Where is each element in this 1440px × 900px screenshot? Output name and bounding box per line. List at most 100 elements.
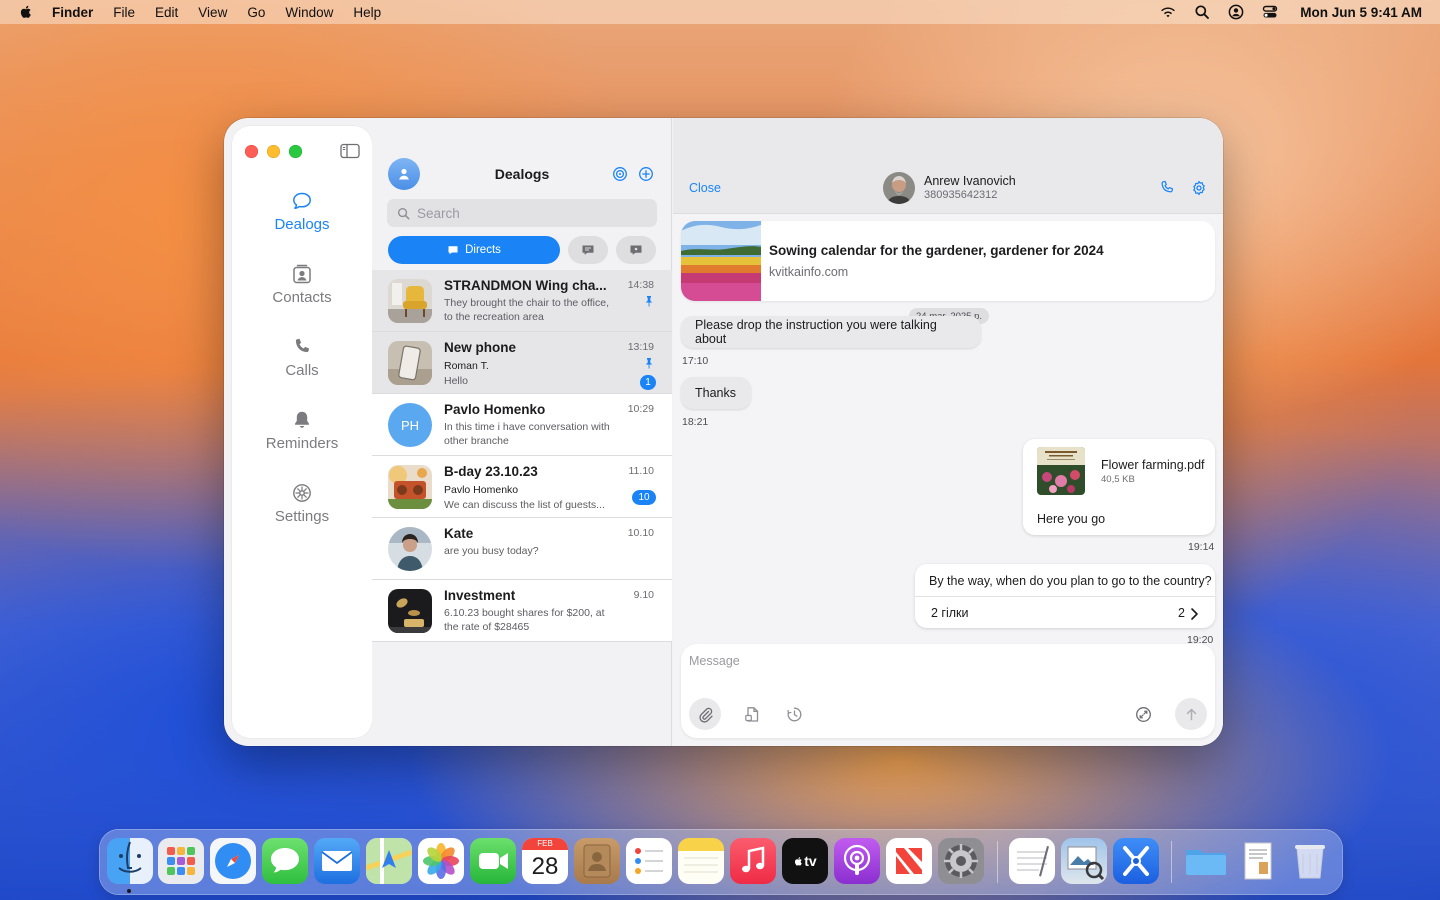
chat-time: 11.10: [628, 465, 655, 477]
chat-row[interactable]: Kate 10.10 are you busy today?: [372, 518, 672, 580]
search-field[interactable]: [387, 199, 657, 227]
chat-row[interactable]: B-day 23.10.23 11.10 Pavlo Homenko We ca…: [372, 456, 672, 518]
apple-menu-icon[interactable]: [18, 4, 34, 20]
chevron-right-icon[interactable]: [1190, 607, 1199, 621]
dock-calendar[interactable]: FEB 28: [522, 838, 568, 884]
news-icon: [896, 848, 922, 874]
sidebar-item-label: Settings: [274, 508, 330, 525]
dock-contacts[interactable]: [574, 838, 620, 884]
attach-button[interactable]: [689, 698, 721, 730]
minimize-window-button[interactable]: [267, 145, 280, 158]
dock-facetime[interactable]: [470, 838, 516, 884]
menu-view[interactable]: View: [198, 5, 227, 20]
dock-maps[interactable]: [366, 838, 412, 884]
dock-folder[interactable]: [1183, 838, 1229, 884]
chat-preview: In this time i have conversation with ot…: [444, 421, 610, 447]
sidebar-item-dealogs[interactable]: Dealogs: [232, 190, 372, 263]
dock-system-settings[interactable]: [938, 838, 984, 884]
dock-music[interactable]: [730, 838, 776, 884]
chat-settings-icon[interactable]: [1191, 180, 1207, 196]
sidebar-item-contacts[interactable]: Contacts: [232, 263, 372, 336]
link-preview-card[interactable]: Sowing calendar for the gardener, garden…: [681, 221, 1215, 301]
chat-preview: We can discuss the list of guests...: [444, 499, 605, 511]
finder-icon: [118, 841, 142, 873]
dock-tv[interactable]: tv: [782, 838, 828, 884]
tab-groups[interactable]: [568, 236, 608, 264]
dock-document[interactable]: [1235, 838, 1281, 884]
chat-avatar-coins: [388, 589, 432, 633]
expand-button[interactable]: [1127, 698, 1159, 730]
dock-photos[interactable]: [418, 838, 464, 884]
dock-trash[interactable]: [1287, 838, 1333, 884]
outgoing-thread-message[interactable]: By the way, when do you plan to go to th…: [915, 564, 1215, 628]
message-input[interactable]: [689, 654, 1109, 678]
dock-xcode[interactable]: [1113, 838, 1159, 884]
incoming-message[interactable]: Please drop the instruction you were tal…: [681, 316, 981, 348]
user-icon[interactable]: [1228, 4, 1244, 20]
chat-row[interactable]: STRANDMON Wing cha... 14:38 They brought…: [372, 270, 672, 332]
sidebar-item-reminders[interactable]: Reminders: [232, 409, 372, 482]
dock-messages[interactable]: [262, 838, 308, 884]
unread-badge: 1: [640, 375, 656, 390]
zoom-window-button[interactable]: [289, 145, 302, 158]
document-stack-icon: [1244, 842, 1272, 880]
control-center-icon[interactable]: [1262, 4, 1278, 20]
incoming-message[interactable]: Thanks: [681, 377, 751, 409]
dock-safari[interactable]: [210, 838, 256, 884]
contacts-app-icon: [583, 844, 611, 878]
send-button[interactable]: [1175, 698, 1207, 730]
chat-name: B-day 23.10.23: [444, 464, 538, 479]
chat-preview: 6.10.23 bought shares for $200, at the r…: [444, 607, 605, 633]
messenger-window: Dealogs Contacts Calls Reminders Setting…: [224, 118, 1223, 746]
sidebar: Dealogs Contacts Calls Reminders Setting…: [232, 126, 372, 738]
spotlight-icon[interactable]: [1194, 4, 1210, 20]
schedule-button[interactable]: [778, 698, 810, 730]
chat-name: Pavlo Homenko: [444, 402, 546, 417]
tab-directs[interactable]: Directs: [388, 236, 560, 264]
chat-name: Kate: [444, 526, 474, 541]
sidebar-item-calls[interactable]: Calls: [232, 336, 372, 409]
chat-avatar-chair: [388, 279, 432, 323]
new-chat-icon[interactable]: [638, 166, 654, 182]
sidebar-item-settings[interactable]: Settings: [232, 482, 372, 555]
outgoing-file-message[interactable]: Flower farming.pdf 40,5 KB Here you go: [1023, 439, 1215, 535]
close-window-button[interactable]: [245, 145, 258, 158]
close-button[interactable]: Close: [689, 181, 721, 195]
sidebar-toggle-icon[interactable]: [340, 143, 360, 159]
mail-icon: [321, 851, 353, 871]
document-button[interactable]: [736, 698, 768, 730]
dock-mail[interactable]: [314, 838, 360, 884]
bell-icon: [295, 411, 309, 428]
dock-podcasts[interactable]: [834, 838, 880, 884]
dock-finder[interactable]: [107, 838, 153, 884]
menu-file[interactable]: File: [113, 5, 135, 20]
contact-phone: 380935642312: [924, 189, 998, 201]
menu-window[interactable]: Window: [285, 5, 333, 20]
dock-textedit[interactable]: [1009, 838, 1055, 884]
menu-app-name[interactable]: Finder: [52, 5, 93, 20]
dock-news[interactable]: [886, 838, 932, 884]
contact-avatar[interactable]: [883, 172, 915, 204]
menu-go[interactable]: Go: [247, 5, 265, 20]
chat-row[interactable]: PH Pavlo Homenko 10:29 In this time i ha…: [372, 394, 672, 456]
thread-label[interactable]: 2 гілки: [931, 606, 969, 620]
target-icon[interactable]: [612, 166, 628, 182]
menu-edit[interactable]: Edit: [155, 5, 178, 20]
chat-list: STRANDMON Wing cha... 14:38 They brought…: [372, 270, 672, 642]
call-icon[interactable]: [1159, 180, 1175, 196]
dock-launchpad[interactable]: [158, 838, 204, 884]
chat-row[interactable]: New phone 13:19 Roman T. Hello 1: [372, 332, 672, 394]
pin-icon: [645, 358, 653, 369]
chat-row[interactable]: Investment 9.10 6.10.23 bought shares fo…: [372, 580, 672, 642]
tab-channels[interactable]: [616, 236, 656, 264]
preview-icon: [1067, 846, 1105, 881]
chat-bubble-icon: [293, 192, 311, 209]
search-input[interactable]: [417, 205, 647, 221]
facetime-icon: [479, 853, 508, 869]
dock-preview[interactable]: [1061, 838, 1107, 884]
wifi-icon[interactable]: [1160, 4, 1176, 20]
menu-clock[interactable]: Mon Jun 5 9:41 AM: [1300, 5, 1422, 20]
menu-help[interactable]: Help: [353, 5, 381, 20]
dock-notes[interactable]: [678, 838, 724, 884]
dock-reminders[interactable]: [626, 838, 672, 884]
